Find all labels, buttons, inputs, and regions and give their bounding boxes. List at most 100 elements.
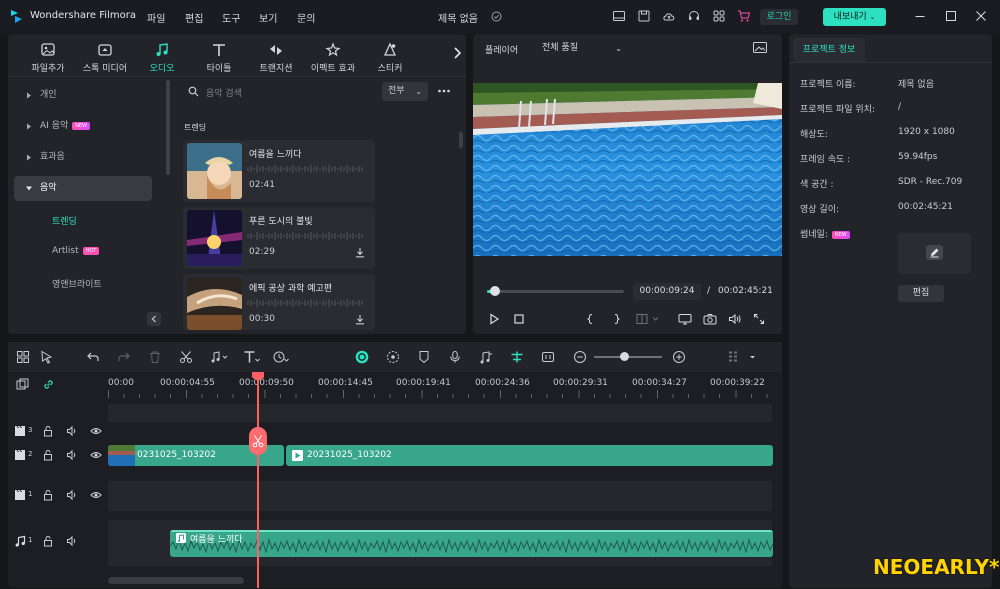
minimize-icon[interactable] [913,9,927,23]
select-cursor-icon[interactable] [40,350,54,364]
collapse-sidebar-button[interactable] [147,312,161,326]
text-tool-icon[interactable] [243,350,261,364]
pencil-icon[interactable] [926,245,943,260]
tab-titles[interactable]: 타이틀 [191,42,247,74]
login-button[interactable]: 로그인 [760,9,798,25]
speaker-icon[interactable] [66,535,78,547]
mark-out-icon[interactable] [610,313,622,325]
layout-grid-icon[interactable] [16,350,30,364]
track-layout-icon[interactable] [727,350,757,364]
more-options-icon[interactable] [437,86,451,96]
snap-magnet-icon[interactable] [510,350,524,364]
search-input[interactable]: 음악 검색 [206,86,242,99]
fullscreen-icon[interactable] [753,313,765,325]
tab-stickers[interactable]: 스티커 [362,42,418,74]
sidebar-scrollbar[interactable] [166,80,170,175]
cart-icon[interactable] [737,9,751,23]
tab-media[interactable]: 파일추가 [20,42,76,74]
download-icon[interactable] [355,247,365,258]
info-label-project-name: 프로젝트 이름: [800,80,856,90]
edit-thumbnail-button[interactable]: 편집 [898,285,944,302]
tab-transitions[interactable]: 트랜지션 [248,42,304,74]
sidebar-item-sound-effects[interactable]: 효과음 [14,145,152,170]
video-clip[interactable]: 20231025_103202 [286,445,773,466]
stop-icon[interactable] [513,313,525,325]
current-time[interactable]: 00:00:09:24 [633,283,701,300]
sidebar-subitem-artlist[interactable]: Artlist HOT [52,246,100,256]
ai-assist-icon[interactable] [355,350,369,364]
menu-help[interactable]: 문의 [297,10,315,25]
zoom-slider-knob[interactable] [620,352,629,361]
split-view-icon[interactable] [636,313,662,325]
lock-icon[interactable] [42,489,54,501]
mark-in-icon[interactable] [585,313,597,325]
audio-clip[interactable]: 여름을 느끼다 [170,530,773,557]
eye-icon[interactable] [90,449,102,461]
menu-file[interactable]: 파일 [147,10,165,25]
track-lane-video-3[interactable] [108,404,772,422]
cloud-upload-icon[interactable] [662,9,676,23]
apps-grid-icon[interactable] [712,9,726,23]
export-button[interactable]: 내보내기 ⌄ [823,8,886,26]
eye-icon[interactable] [90,425,102,437]
menu-edit[interactable]: 편집 [185,10,203,25]
quality-dropdown[interactable]: 전체 품질 ⌄ [536,40,628,57]
undo-icon[interactable] [86,350,100,364]
link-icon[interactable] [42,378,55,391]
speed-ramp-icon[interactable] [272,350,290,364]
marker-icon[interactable] [417,350,431,364]
add-track-icon[interactable] [16,378,29,391]
motion-track-icon[interactable] [386,350,400,364]
layout-icon[interactable] [612,9,626,23]
scissors-icon[interactable] [179,350,193,364]
sidebar-item-personal[interactable]: 개인 [14,83,152,108]
tab-stock-media[interactable]: 스톡 미디어 [77,42,133,74]
music-list-item[interactable]: 여름을 느끼다 02:41 [183,140,375,202]
menu-view[interactable]: 보기 [259,10,277,25]
speaker-icon[interactable] [66,425,78,437]
lock-icon[interactable] [42,535,54,547]
sidebar-subitem-trending[interactable]: 트렌딩 [52,214,77,227]
subtitle-icon[interactable] [541,350,555,364]
download-icon[interactable] [355,314,365,325]
audio-effect-icon[interactable] [479,350,493,364]
camera-snapshot-icon[interactable] [703,313,717,325]
tab-project-info[interactable]: 프로젝트 정보 [793,38,865,62]
speaker-icon[interactable] [66,489,78,501]
watermark-text: NEOEARLY* [873,555,1000,579]
tabs-next-icon[interactable] [452,46,462,60]
tab-audio[interactable]: 오디오 [134,42,190,74]
zoom-in-icon[interactable] [672,350,686,364]
music-list-scrollbar[interactable] [459,132,463,148]
audio-tools-icon[interactable] [209,350,229,364]
video-preview[interactable] [473,83,782,256]
eye-icon[interactable] [90,489,102,501]
maximize-icon[interactable] [944,9,958,23]
zoom-out-icon[interactable] [573,350,587,364]
music-list-item[interactable]: 푸른 도시의 불빛 02:29 [183,207,375,269]
sidebar-item-music[interactable]: 음악 [14,176,152,201]
menu-tools[interactable]: 도구 [222,10,240,25]
timeline-scrollbar[interactable] [108,577,244,584]
sidebar-item-ai-music[interactable]: AI 음악 NEW [14,114,152,139]
microphone-icon[interactable] [448,350,462,364]
playhead-line[interactable] [257,378,259,588]
support-headset-icon[interactable] [687,9,701,23]
save-icon[interactable] [637,9,651,23]
filter-dropdown[interactable]: 전부 ⌄ [382,82,428,101]
playhead-cut-button[interactable] [249,427,267,455]
speaker-icon[interactable] [66,449,78,461]
playback-progress-knob[interactable] [490,286,500,296]
music-list-item[interactable]: 에픽 공상 과학 예고편 00:30 [183,274,375,330]
lock-icon[interactable] [42,425,54,437]
close-icon[interactable] [974,9,988,23]
tab-effects[interactable]: 이펙트 효과 [305,42,361,74]
sidebar-subitem-young-bright[interactable]: 영앤브라이트 [52,277,102,290]
playback-progress-track[interactable] [487,290,624,293]
lock-icon[interactable] [42,449,54,461]
track-lane-video-1[interactable] [108,481,772,511]
volume-icon[interactable] [728,313,742,325]
display-settings-icon[interactable] [678,313,692,325]
play-icon[interactable] [488,313,500,325]
snapshot-view-icon[interactable] [753,42,767,53]
